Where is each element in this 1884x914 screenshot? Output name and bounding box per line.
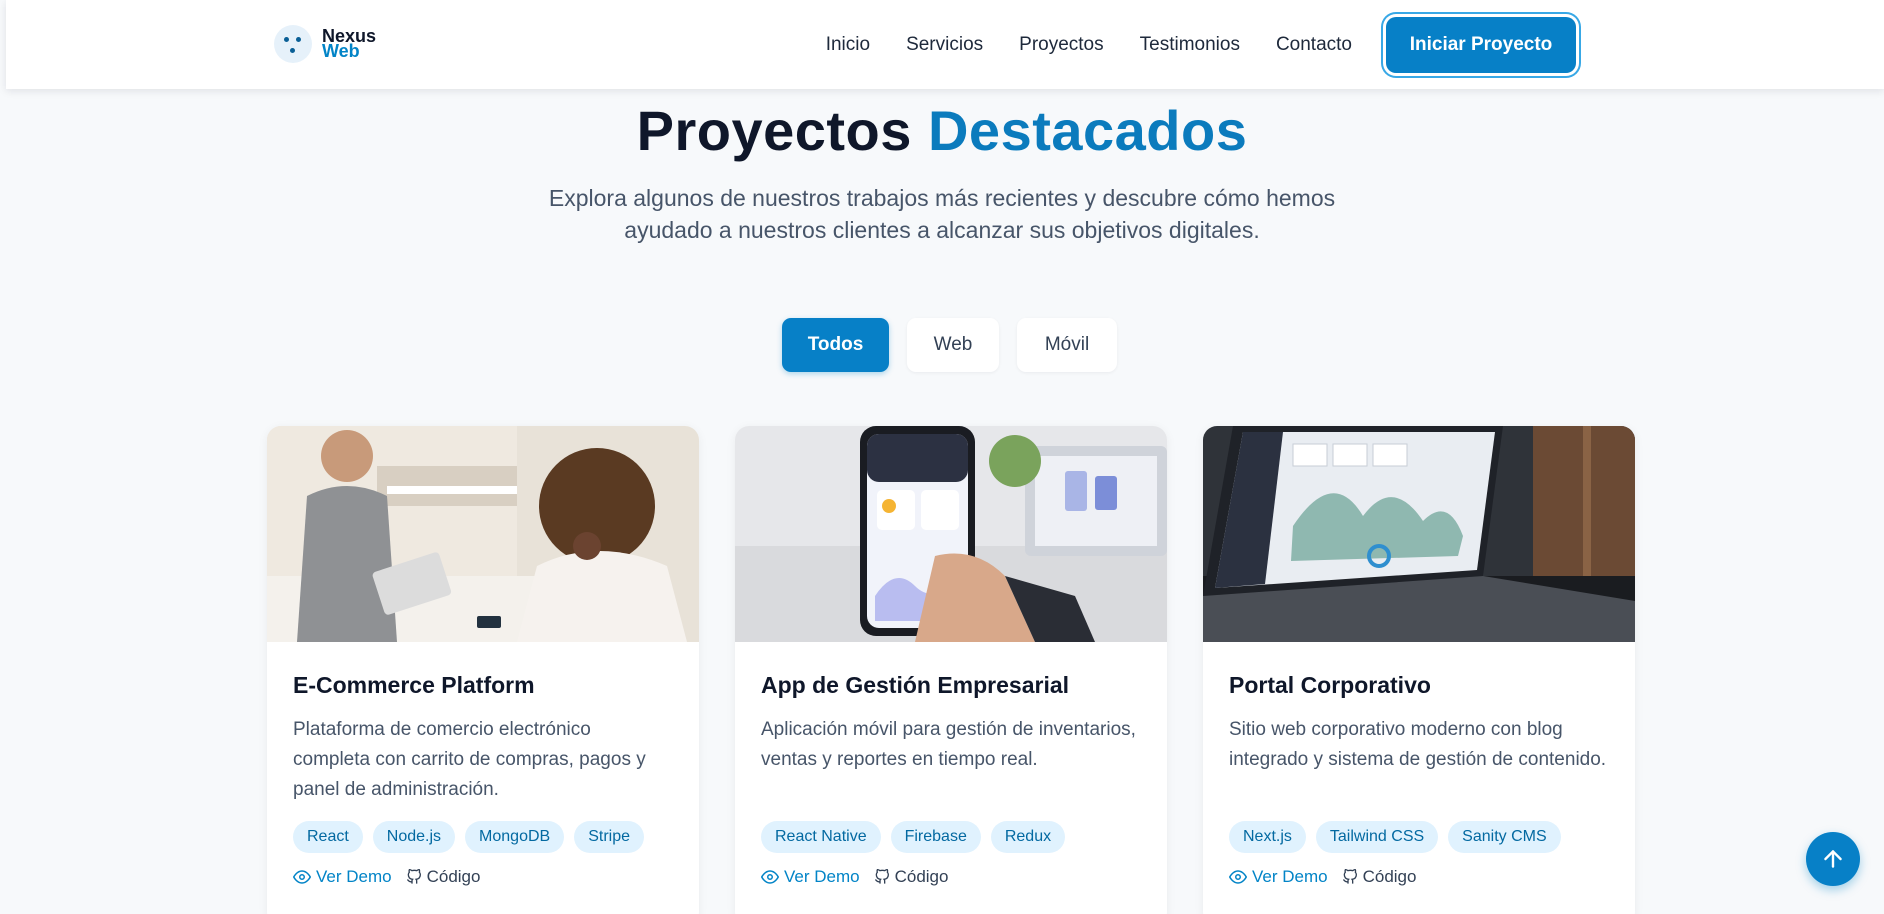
tech-tag: Redux (990, 821, 1066, 853)
view-demo-label: Ver Demo (1252, 867, 1328, 886)
eye-icon (293, 870, 311, 884)
view-demo-link[interactable]: Ver Demo (761, 867, 860, 887)
tech-tag: Tailwind CSS (1315, 821, 1439, 853)
project-links: Ver Demo Código (761, 867, 1141, 887)
view-demo-link[interactable]: Ver Demo (1229, 867, 1328, 887)
project-card-portal: Portal Corporativo Sitio web corporativo… (1203, 426, 1635, 914)
brand-logo[interactable]: Nexus Web (274, 25, 376, 63)
filter-todos[interactable]: Todos (782, 318, 889, 372)
tech-tag: Node.js (372, 821, 456, 853)
project-card-gestion: App de Gestión Empresarial Aplicación mó… (735, 426, 1167, 914)
tech-tag: Stripe (574, 821, 644, 853)
project-links: Ver Demo Código (1229, 867, 1609, 887)
view-code-label: Código (426, 867, 481, 886)
view-code-label: Código (894, 867, 949, 886)
brand-name: Nexus Web (322, 27, 376, 61)
project-title: Portal Corporativo (1229, 672, 1431, 698)
tech-tags: Next.js Tailwind CSS Sanity CMS (1229, 821, 1609, 853)
nav-link-contacto[interactable]: Contacto (1276, 34, 1352, 56)
view-code-label: Código (1362, 867, 1417, 886)
github-icon (874, 869, 889, 884)
view-demo-label: Ver Demo (316, 867, 392, 886)
tech-tags: React Native Firebase Redux (761, 821, 1141, 853)
project-image-gestion (735, 426, 1167, 642)
github-icon (406, 869, 421, 884)
tech-tags: React Node.js MongoDB Stripe (293, 821, 673, 853)
view-code-link[interactable]: Código (1342, 867, 1417, 887)
section-subtitle: Explora algunos de nuestros trabajos más… (520, 182, 1364, 246)
section-subtitle-line2: ayudado a nuestros clientes a alcanzar s… (624, 217, 1260, 243)
project-description: Plataforma de comercio electrónico compl… (293, 719, 646, 800)
project-image-ecommerce (267, 426, 699, 642)
tech-tag: Sanity CMS (1448, 821, 1561, 853)
tech-tag: MongoDB (465, 821, 565, 853)
view-code-link[interactable]: Código (874, 867, 949, 887)
filter-web[interactable]: Web (907, 318, 999, 372)
project-title: E-Commerce Platform (293, 672, 535, 698)
nav-menu: Inicio Servicios Proyectos Testimonios C… (790, 0, 1576, 89)
project-title: App de Gestión Empresarial (761, 672, 1070, 698)
tech-tag: Next.js (1229, 821, 1306, 853)
github-icon (1342, 869, 1357, 884)
navbar: Nexus Web Inicio Servicios Proyectos Tes… (6, 0, 1884, 89)
tech-tag: React (293, 821, 363, 853)
section-title: Proyectos Destacados (0, 98, 1884, 163)
nav-link-testimonios[interactable]: Testimonios (1140, 34, 1240, 56)
filter-movil[interactable]: Móvil (1017, 318, 1117, 372)
section-title-accent: Destacados (927, 99, 1248, 162)
brand-name-line2: Web (322, 41, 360, 61)
eye-icon (761, 870, 779, 884)
nav-link-proyectos[interactable]: Proyectos (1019, 34, 1103, 56)
section-subtitle-line1: Explora algunos de nuestros trabajos más… (548, 185, 1336, 211)
project-filters: Todos Web Móvil (782, 318, 1135, 372)
project-image-portal (1203, 426, 1635, 642)
tech-tag: React Native (761, 821, 881, 853)
project-description: Aplicación móvil para gestión de inventa… (761, 719, 1136, 770)
eye-icon (1229, 870, 1247, 884)
logo-icon (274, 25, 312, 63)
project-description: Sitio web corporativo moderno con blog i… (1229, 719, 1607, 770)
project-card-ecommerce: E-Commerce Platform Plataforma de comerc… (267, 426, 699, 914)
section-title-main: Proyectos (636, 99, 912, 162)
project-links: Ver Demo Código (293, 867, 673, 887)
tech-tag: Firebase (890, 821, 981, 853)
view-code-link[interactable]: Código (406, 867, 481, 887)
nav-link-servicios[interactable]: Servicios (906, 34, 983, 56)
scroll-to-top-button[interactable] (1806, 832, 1860, 886)
view-demo-link[interactable]: Ver Demo (293, 867, 392, 887)
start-project-button[interactable]: Iniciar Proyecto (1386, 16, 1576, 73)
view-demo-label: Ver Demo (784, 867, 860, 886)
nav-link-inicio[interactable]: Inicio (826, 34, 870, 56)
arrow-up-icon (1824, 850, 1842, 868)
